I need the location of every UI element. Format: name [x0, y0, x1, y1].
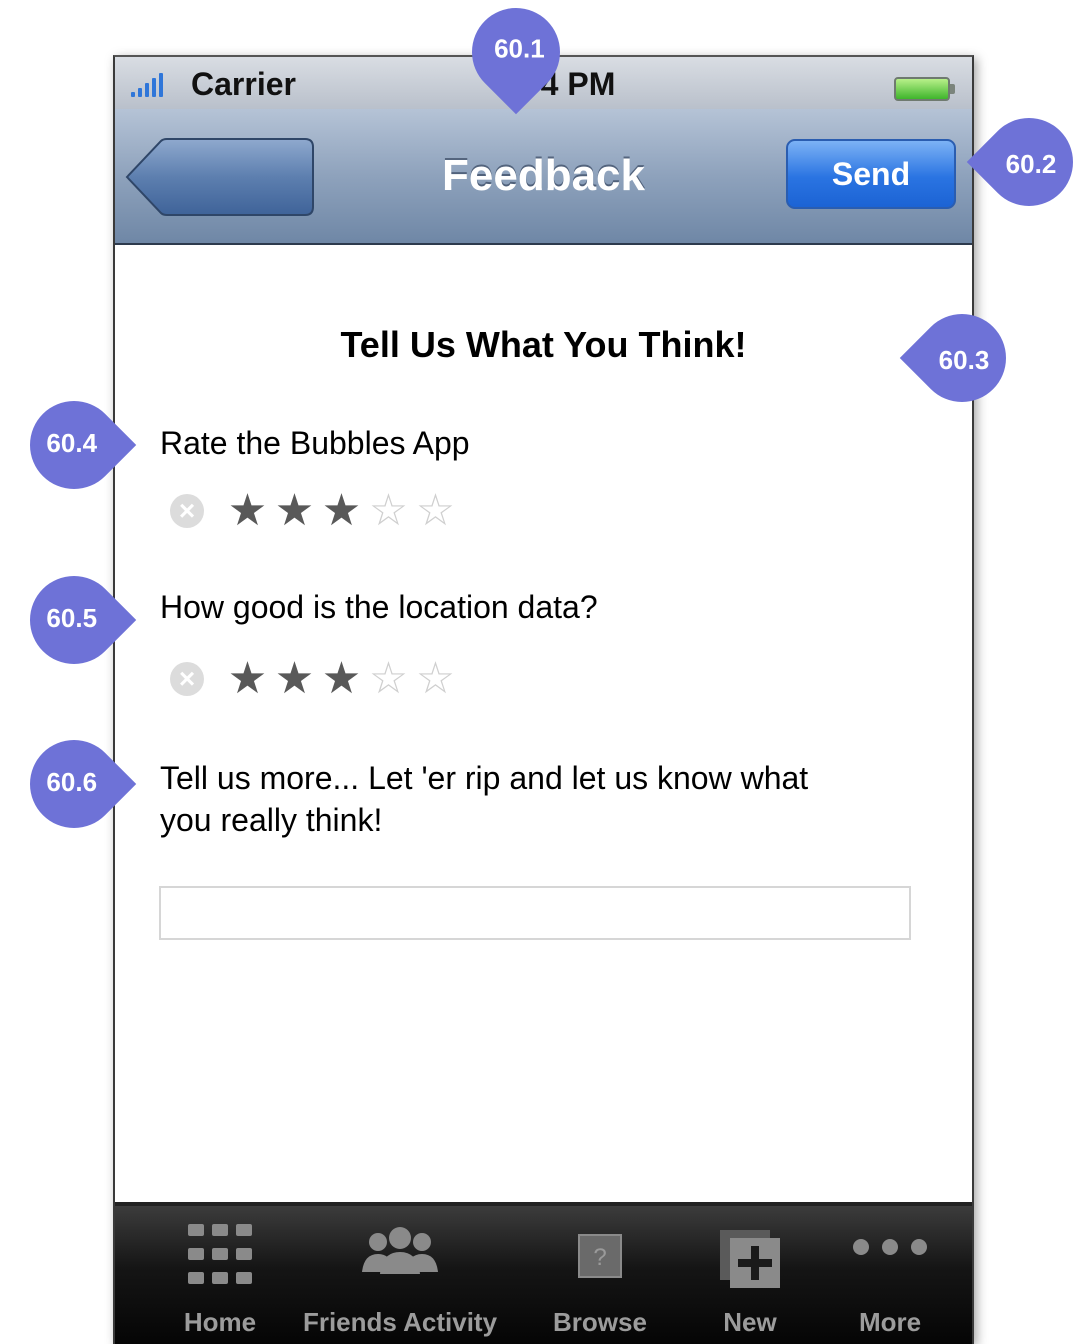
plus-document-icon	[720, 1230, 780, 1288]
location-rating-control[interactable]: × ★ ★ ★ ☆ ☆	[170, 657, 459, 701]
star-outline-icon[interactable]: ☆	[365, 657, 412, 701]
tab-label: Browse	[553, 1307, 647, 1337]
tab-new[interactable]: New	[685, 1206, 815, 1344]
grid-icon	[188, 1224, 252, 1284]
comment-label-line1: Tell us more... Let 'er rip and let us k…	[160, 760, 809, 796]
form-heading: Tell Us What You Think!	[340, 324, 747, 365]
svg-text:?: ?	[593, 1244, 606, 1271]
star-outline-icon[interactable]: ☆	[412, 489, 459, 533]
app-rating-control[interactable]: × ★ ★ ★ ☆ ☆	[170, 489, 459, 533]
comment-label-line2: you really think!	[160, 802, 383, 838]
tab-home[interactable]: Home	[145, 1206, 295, 1344]
callout-60-2: 60.2	[966, 99, 1085, 225]
tab-bar: Home Friends Activity ? Browse New More	[115, 1202, 972, 1344]
carrier-name: Carrier	[191, 66, 296, 102]
question-box-icon: ?	[578, 1234, 622, 1278]
location-rating-label: How good is the location data?	[160, 589, 598, 625]
star-icon[interactable]: ★	[271, 657, 318, 701]
phone-screen: Carrier 4 PM Feedback Send Tell Us What …	[113, 55, 974, 1344]
ellipsis-icon	[853, 1239, 927, 1255]
tab-friends-activity[interactable]: Friends Activity	[295, 1206, 505, 1344]
tab-browse[interactable]: ? Browse	[525, 1206, 675, 1344]
signal-strength-icon	[131, 73, 163, 97]
tab-label: Home	[183, 1307, 257, 1337]
comment-field[interactable]	[159, 886, 911, 940]
star-icon[interactable]: ★	[224, 489, 271, 533]
comment-label: Tell us more... Let 'er rip and let us k…	[160, 757, 808, 841]
people-icon	[362, 1227, 438, 1274]
clear-rating-icon[interactable]: ×	[170, 662, 204, 696]
star-icon[interactable]: ★	[271, 489, 318, 533]
star-icon[interactable]: ★	[318, 489, 365, 533]
clear-rating-icon[interactable]: ×	[170, 494, 204, 528]
send-button[interactable]: Send	[786, 139, 956, 209]
tab-more[interactable]: More	[825, 1206, 955, 1344]
battery-icon	[894, 77, 955, 101]
star-icon[interactable]: ★	[318, 657, 365, 701]
tab-label: More	[858, 1307, 922, 1337]
tab-label: Friends Activity	[302, 1307, 498, 1337]
star-icon[interactable]: ★	[224, 657, 271, 701]
tab-label: New	[723, 1307, 777, 1337]
navigation-bar: Feedback Send	[115, 109, 972, 245]
app-rating-label: Rate the Bubbles App	[160, 425, 470, 461]
star-outline-icon[interactable]: ☆	[412, 657, 459, 701]
star-outline-icon[interactable]: ☆	[365, 489, 412, 533]
